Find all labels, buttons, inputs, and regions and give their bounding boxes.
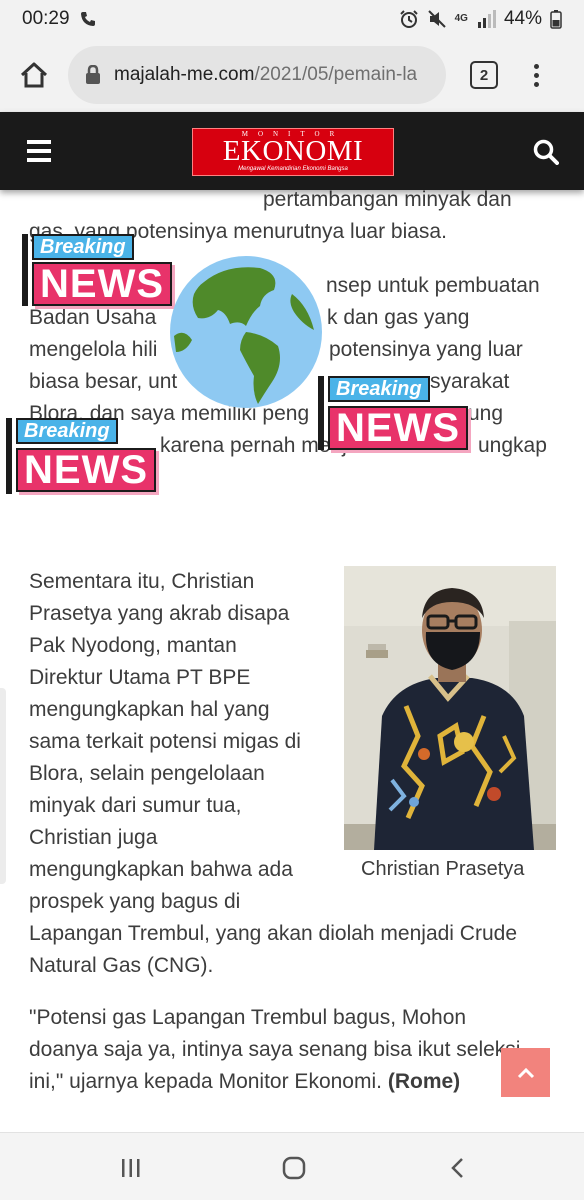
globe-icon — [168, 254, 324, 410]
article-text-line: nsep untuk pembuatan — [326, 274, 540, 297]
person-photo — [344, 566, 556, 850]
search-icon — [533, 139, 559, 165]
battery-percent: 44% — [503, 8, 542, 29]
site-header: MONITOR EKONOMI Mengawal Kemandirian Eko… — [0, 112, 584, 190]
side-panel-handle[interactable] — [0, 688, 6, 884]
browser-menu-button[interactable] — [526, 63, 546, 87]
article-text-line: minyak dari sumur tua, — [29, 794, 242, 817]
home-icon — [20, 62, 48, 88]
network-type: 4G — [454, 13, 468, 24]
system-nav-bar — [0, 1132, 584, 1200]
article-text-line: Direktur Utama PT BPE — [29, 666, 251, 689]
article-text-line: Badan Usaha — [29, 306, 157, 329]
phone-call-icon — [80, 12, 95, 26]
article-text-line: doanya saja ya, intinya saya senang bisa… — [29, 1038, 521, 1061]
address-bar[interactable]: majalah-me.com/2021/05/pemain-la — [68, 46, 446, 104]
back-button[interactable] — [443, 1153, 473, 1183]
article-text-line: Christian juga — [29, 826, 158, 849]
url-text: majalah-me.com/2021/05/pemain-la — [114, 64, 418, 85]
kebab-dot — [533, 63, 539, 69]
article-text-line: mengungkapkan bahwa ada — [29, 858, 293, 881]
breaking-label: Breaking — [16, 418, 118, 444]
article-text-line: mengungkapkan hal yang — [29, 698, 270, 721]
photo-caption: Christian Prasetya — [361, 858, 525, 880]
kebab-dot — [533, 81, 539, 87]
news-label: NEWS — [328, 406, 468, 450]
article-text-line: ini," ujarnya kepada Monitor Ekonomi. (R… — [29, 1066, 460, 1098]
article-text-line: sama terkait potensi migas di — [29, 730, 301, 753]
breaking-news-sticker: Breaking NEWS — [6, 418, 162, 494]
news-label: NEWS — [16, 448, 156, 492]
tab-switcher-button[interactable]: 2 — [470, 61, 498, 89]
recent-apps-icon — [122, 1159, 140, 1177]
breaking-label: Breaking — [32, 234, 134, 260]
hamburger-menu-button[interactable] — [27, 140, 51, 162]
article-text-line: biasa besar, unt — [29, 370, 178, 393]
scroll-to-top-button[interactable] — [501, 1048, 550, 1097]
home-circle-icon — [282, 1156, 306, 1180]
article-text-line: mengelola hili — [29, 338, 158, 361]
quote-last-line: ini," ujarnya kepada Monitor Ekonomi. — [29, 1070, 382, 1093]
kebab-dot — [533, 72, 539, 78]
search-button[interactable] — [533, 139, 559, 165]
article-text-line: Sementara itu, Christian — [29, 570, 255, 593]
article-text-line: Natural Gas (CNG). — [29, 954, 214, 977]
news-label: NEWS — [32, 262, 172, 306]
article-text-line: ungkap — [478, 434, 547, 457]
home-button[interactable] — [14, 55, 54, 95]
article-text-line: potensinya yang luar — [329, 338, 523, 361]
article-text-line: k dan gas yang — [327, 306, 470, 329]
lock-icon — [86, 65, 100, 84]
chevron-left-icon — [451, 1158, 463, 1178]
browser-toolbar: majalah-me.com/2021/05/pemain-la 2 — [0, 38, 584, 112]
signal-icon — [477, 10, 496, 28]
home-nav-button[interactable] — [279, 1153, 309, 1183]
article-text-line: Prasetya yang akrab disapa — [29, 602, 290, 625]
article-text-line: Lapangan Trembul, yang akan diolah menja… — [29, 922, 517, 945]
recent-apps-button[interactable] — [116, 1153, 146, 1183]
breaking-news-sticker: Breaking NEWS — [22, 234, 178, 306]
article-text-line: Pak Nyodong, mantan — [29, 634, 237, 657]
status-time: 00:29 — [22, 8, 70, 29]
status-bar: 00:29 4G 44% — [0, 0, 584, 38]
article-text-line: Blora, selain pengelolaan — [29, 762, 265, 785]
breaking-label: Breaking — [328, 376, 430, 402]
site-logo[interactable]: MONITOR EKONOMI Mengawal Kemandirian Eko… — [192, 128, 394, 176]
chevron-up-icon — [517, 1067, 534, 1078]
mute-icon — [427, 10, 446, 28]
breaking-news-sticker: Breaking NEWS — [318, 376, 474, 450]
battery-icon — [550, 10, 562, 29]
logo-main-text: EKONOMI — [222, 135, 364, 167]
alarm-icon — [399, 10, 418, 28]
article-text-line: prospek yang bagus di — [29, 890, 241, 913]
article-text-line: "Potensi gas Lapangan Trembul bagus, Moh… — [29, 1006, 467, 1029]
author-credit: (Rome) — [387, 1070, 461, 1093]
